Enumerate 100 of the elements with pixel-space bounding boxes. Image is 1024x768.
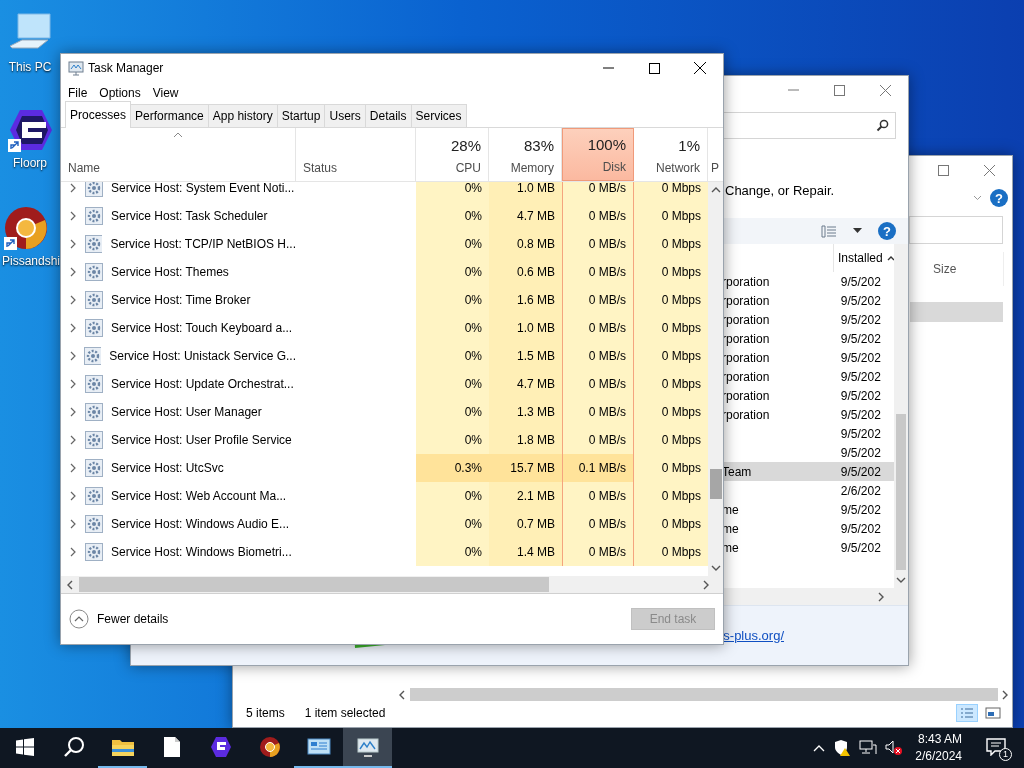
expand-chevron-icon[interactable] [69,267,77,277]
search-field[interactable] [909,216,1003,244]
expand-chevron-icon[interactable] [69,351,77,361]
expand-chevron-icon[interactable] [69,547,77,557]
icon-label[interactable]: Pissandshi [2,252,61,270]
table-cell: 0.1 MB/s [562,454,634,482]
scroll-down-icon[interactable] [896,576,906,584]
help-icon[interactable]: ? [878,222,896,240]
column-header[interactable]: Status [303,159,408,177]
tab[interactable]: Users [324,104,366,127]
clock-date[interactable]: 2/6/2024 [915,748,962,765]
scrollbar-thumb[interactable] [896,414,906,570]
expand-chevron-icon[interactable] [69,295,77,305]
process-row[interactable]: Service Host: Web Account Ma... 0% 2.1 MB 0 MB/s 0 Mbps [61,482,708,510]
process-row[interactable]: Service Host: UtcSvc 0.3% 15.7 MB 0.1 MB/s 0 Mbps [61,454,708,482]
process-row[interactable]: Service Host: Unistack Service G... 0% 1.5 MB 0 MB/s 0 Mbps [61,342,708,370]
table-cell: 0% [416,182,489,202]
process-row[interactable]: Service Host: Touch Keyboard a... 0% 1.0 MB 0 MB/s 0 Mbps [61,314,708,342]
scrollbar-thumb[interactable] [79,577,549,592]
icon-label[interactable]: This PC [8,58,52,76]
network-icon[interactable] [859,740,878,756]
taskbar-button[interactable] [343,728,392,768]
clock-time[interactable]: 8:43 AM [917,731,962,748]
search-field[interactable] [722,112,896,139]
tab[interactable]: Startup [276,104,326,127]
folder-icon [110,737,135,757]
expand-chevron-icon[interactable] [69,491,77,501]
notifications-button[interactable]: 1 [986,737,1012,759]
process-row[interactable]: Service Host: Task Scheduler 0% 4.7 MB 0 MB/s 0 Mbps [61,202,708,230]
expand-chevron-icon[interactable] [69,323,77,333]
column-header[interactable]: 100% Disk [562,128,634,181]
tab[interactable]: Performance [130,104,209,127]
tab[interactable]: Processes [65,101,132,128]
scrollbar-thumb[interactable] [710,469,722,499]
program-row[interactable]: 2/6/202 [722,481,894,500]
process-row[interactable]: Service Host: System Event Noti... 0% 1.0 MB 0 MB/s 0 Mbps [61,182,708,202]
instruction-text: Change, or Repair. [724,181,836,200]
column-header[interactable]: Name [68,159,100,177]
process-row[interactable]: Service Host: TCP/IP NetBIOS H... 0% 0.8 MB 0 MB/s 0 Mbps [61,230,708,258]
scroll-down-icon[interactable] [711,564,721,572]
scroll-left-icon[interactable] [65,579,75,590]
column-header[interactable]: Installed [838,249,883,267]
program-row[interactable]: 9/5/202 [722,443,894,462]
scroll-up-icon[interactable] [711,186,721,194]
dropdown-caret-icon[interactable] [853,228,862,234]
process-name: Service Host: Windows Biometri... [111,544,292,561]
table-cell: 0 MB/s [562,510,634,538]
table-cell: 0 MB/s [562,314,634,342]
fewer-details-button[interactable]: Fewer details [69,609,169,629]
website-link[interactable]: s-plus.org/ [723,625,784,646]
tab[interactable]: App history [207,104,278,127]
chevron-up-icon[interactable] [813,744,826,752]
program-row[interactable]: 9/5/202 [722,424,894,443]
process-name: Service Host: Touch Keyboard a... [111,320,293,337]
volume-muted-icon[interactable] [885,740,904,756]
tab[interactable]: Services [410,104,467,127]
close-icon [694,62,706,74]
process-row[interactable]: Service Host: Windows Audio E... 0% 0.7 MB 0 MB/s 0 Mbps [61,510,708,538]
scroll-right-icon[interactable] [876,591,886,602]
gear-icon [85,182,103,197]
expand-chevron-icon[interactable] [69,211,77,221]
expand-chevron-icon[interactable] [69,239,77,249]
shield-warning-icon[interactable] [833,739,852,757]
help-icon[interactable]: ? [990,189,1008,207]
column-header[interactable]: 1% Network [634,128,708,181]
scroll-right-icon[interactable] [701,579,711,590]
install-date: 9/5/202 [840,274,881,289]
tiles-view-icon[interactable] [982,704,1004,722]
table-cell: 0 Mbps [634,426,708,454]
menu-item[interactable]: Options [93,84,147,102]
menu-item[interactable]: File [62,84,94,102]
expand-chevron-icon[interactable] [69,183,77,193]
table-cell: 0 MB/s [562,202,634,230]
chevron-down-icon[interactable] [973,195,982,201]
process-row[interactable]: Service Host: Time Broker 0% 1.6 MB 0 MB/s 0 Mbps [61,286,708,314]
document-icon [162,736,181,758]
icon-label[interactable]: Floorp [13,154,47,172]
gear-icon [85,487,103,505]
tab[interactable]: Details [364,104,412,127]
expand-chevron-icon[interactable] [69,379,77,389]
expand-chevron-icon[interactable] [69,519,77,529]
menu-item[interactable]: View [146,84,185,102]
process-row[interactable]: Service Host: Update Orchestrat... 0% 4.7 MB 0 MB/s 0 Mbps [61,370,708,398]
maximize-icon [937,164,949,176]
table-cell: 0.7 MB [489,510,562,538]
expand-chevron-icon[interactable] [69,435,77,445]
expand-chevron-icon[interactable] [69,407,77,417]
process-row[interactable]: Service Host: Themes 0% 0.6 MB 0 MB/s 0 Mbps [61,258,708,286]
program-row[interactable]: Team 9/5/202 [722,462,894,481]
process-row[interactable]: Service Host: Windows Biometri... 0% 1.4 MB 0 MB/s 0 Mbps [61,538,708,566]
column-header[interactable]: P [711,159,717,177]
table-cell: 0 MB/s [562,370,634,398]
column-header[interactable]: 28% CPU [416,128,489,181]
expand-chevron-icon[interactable] [69,463,77,473]
process-row[interactable]: Service Host: User Manager 0% 1.3 MB 0 MB/s 0 Mbps [61,398,708,426]
gear-icon [84,235,103,253]
install-date: 9/5/202 [840,445,881,460]
process-row[interactable]: Service Host: User Profile Service 0% 1.8 MB 0 MB/s 0 Mbps [61,426,708,454]
gear-icon [84,347,102,365]
scrollbar-thumb[interactable] [410,688,998,701]
